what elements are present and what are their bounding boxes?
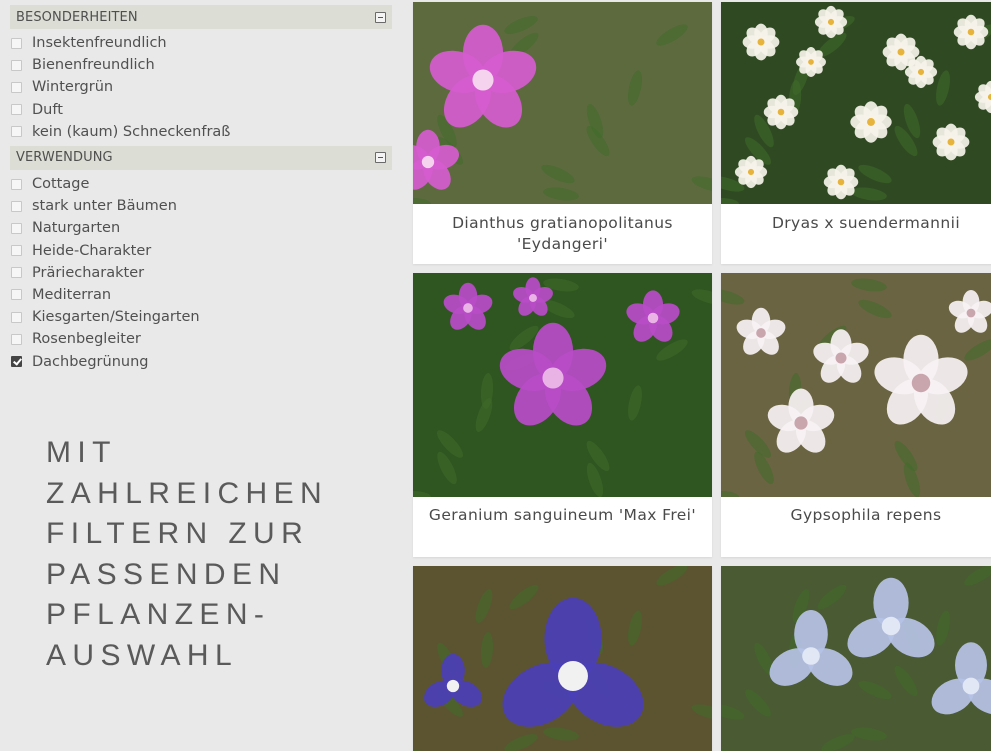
filter-option-schneckenfrass[interactable]: kein (kaum) Schneckenfraß (11, 121, 392, 143)
filter-option-duft[interactable]: Duft (11, 99, 392, 121)
plant-card[interactable]: Gypsophila repens (721, 273, 991, 557)
tagline-line: ZAHLREICHEN (46, 476, 329, 510)
plant-name: Gypsophila repens (790, 506, 942, 524)
checkbox[interactable] (11, 267, 22, 279)
flower-blossom (742, 23, 780, 61)
flower-blossom (814, 5, 848, 39)
section-title: BESONDERHEITEN (16, 9, 138, 25)
filter-option-heide[interactable]: Heide-Charakter (11, 240, 392, 262)
plant-name: Dryas x suendermannii (771, 214, 961, 232)
plant-photo (413, 2, 712, 204)
plant-card[interactable] (721, 566, 991, 751)
flower-blossom (734, 155, 768, 189)
filter-option-insektenfreundlich[interactable]: Insektenfreundlich (11, 32, 392, 54)
tagline-line: AUSWAHL (46, 638, 239, 672)
flower-blossom (953, 14, 989, 50)
collapse-icon[interactable] (375, 152, 386, 164)
plant-photo (413, 566, 712, 751)
filter-option-rosenbegleiter[interactable]: Rosenbegleiter (11, 328, 392, 350)
filter-option-wintergruen[interactable]: Wintergrün (11, 76, 392, 98)
plant-photo (721, 566, 991, 751)
filter-option-bienenfreundlich[interactable]: Bienenfreundlich (11, 54, 392, 76)
flower-blossom (763, 94, 799, 130)
plant-card[interactable]: Dryas x suendermannii (721, 2, 991, 264)
option-label: Cottage (32, 176, 90, 193)
section-title: VERWENDUNG (16, 150, 113, 166)
plant-card[interactable] (413, 566, 712, 751)
plant-name: Dianthus gratianopolitanus 'Eydangeri' (452, 214, 673, 253)
filter-panel: BESONDERHEITEN Insektenfreundlich Bienen… (10, 5, 392, 376)
flower-blossom (823, 164, 859, 200)
option-label: kein (kaum) Schneckenfraß (32, 123, 231, 140)
option-label: Naturgarten (32, 220, 121, 237)
option-label: Rosenbegleiter (32, 331, 141, 348)
filter-option-cottage[interactable]: Cottage (11, 173, 392, 195)
plant-photo (721, 273, 991, 497)
checkbox[interactable] (11, 37, 22, 49)
checkbox[interactable] (11, 200, 22, 212)
flower-blossom (796, 47, 826, 77)
option-label: Mediterran (32, 286, 112, 303)
checkbox[interactable] (11, 126, 22, 138)
option-list: Cottage stark unter Bäumen Naturgarten H… (10, 170, 392, 376)
checkbox[interactable] (11, 289, 22, 301)
option-label: Wintergrün (32, 79, 114, 96)
option-label: Bienenfreundlich (32, 57, 155, 74)
plant-card[interactable]: Geranium sanguineum 'Max Frei' (413, 273, 712, 557)
tagline-line: MIT (46, 436, 117, 469)
flower-blossom (904, 55, 938, 89)
tagline-line: PFLANZEN- (46, 598, 271, 631)
filter-option-dachbegruenung[interactable]: Dachbegrünung (11, 350, 392, 372)
tagline-line: FILTERN ZUR (46, 517, 310, 550)
checkbox-checked[interactable] (11, 356, 22, 368)
section-header[interactable]: VERWENDUNG (10, 145, 392, 170)
checkbox[interactable] (11, 222, 22, 234)
checkbox[interactable] (11, 81, 22, 93)
filter-option-unter-baeumen[interactable]: stark unter Bäumen (11, 195, 392, 217)
flower-blossom (850, 101, 892, 143)
checkbox[interactable] (11, 59, 22, 71)
option-label: stark unter Bäumen (32, 198, 177, 215)
section-header[interactable]: BESONDERHEITEN (10, 5, 392, 29)
option-label: Kiesgarten/Steingarten (32, 309, 200, 326)
plant-name: Geranium sanguineum 'Max Frei' (428, 506, 697, 524)
option-label: Präriecharakter (32, 264, 145, 281)
option-label: Heide-Charakter (32, 242, 152, 259)
filter-option-praerie[interactable]: Präriecharakter (11, 262, 392, 284)
checkbox[interactable] (11, 311, 22, 323)
filter-option-mediterran[interactable]: Mediterran (11, 284, 392, 306)
checkbox[interactable] (11, 333, 22, 345)
plant-card[interactable]: Dianthus gratianopolitanus 'Eydangeri' (413, 2, 712, 264)
filter-option-naturgarten[interactable]: Naturgarten (11, 217, 392, 239)
option-label: Insektenfreundlich (32, 35, 167, 52)
plant-photo (413, 273, 712, 497)
checkbox[interactable] (11, 178, 22, 190)
promo-tagline: MIT ZAHLREICHEN FILTERN ZUR PASSENDEN PF… (46, 433, 386, 676)
option-label: Duft (32, 101, 63, 118)
flower-blossom (932, 123, 970, 161)
plant-photo (721, 2, 991, 204)
filter-section-verwendung: VERWENDUNG Cottage stark unter Bäumen Na… (10, 145, 392, 376)
checkbox[interactable] (11, 104, 22, 116)
filter-section-besonderheiten: BESONDERHEITEN Insektenfreundlich Bienen… (10, 5, 392, 146)
option-label: Dachbegrünung (32, 353, 149, 370)
option-list: Insektenfreundlich Bienenfreundlich Wint… (10, 29, 392, 146)
checkbox[interactable] (11, 245, 22, 257)
collapse-icon[interactable] (375, 11, 386, 23)
filter-option-kiesgarten[interactable]: Kiesgarten/Steingarten (11, 306, 392, 328)
tagline-line: PASSENDEN (46, 557, 287, 591)
